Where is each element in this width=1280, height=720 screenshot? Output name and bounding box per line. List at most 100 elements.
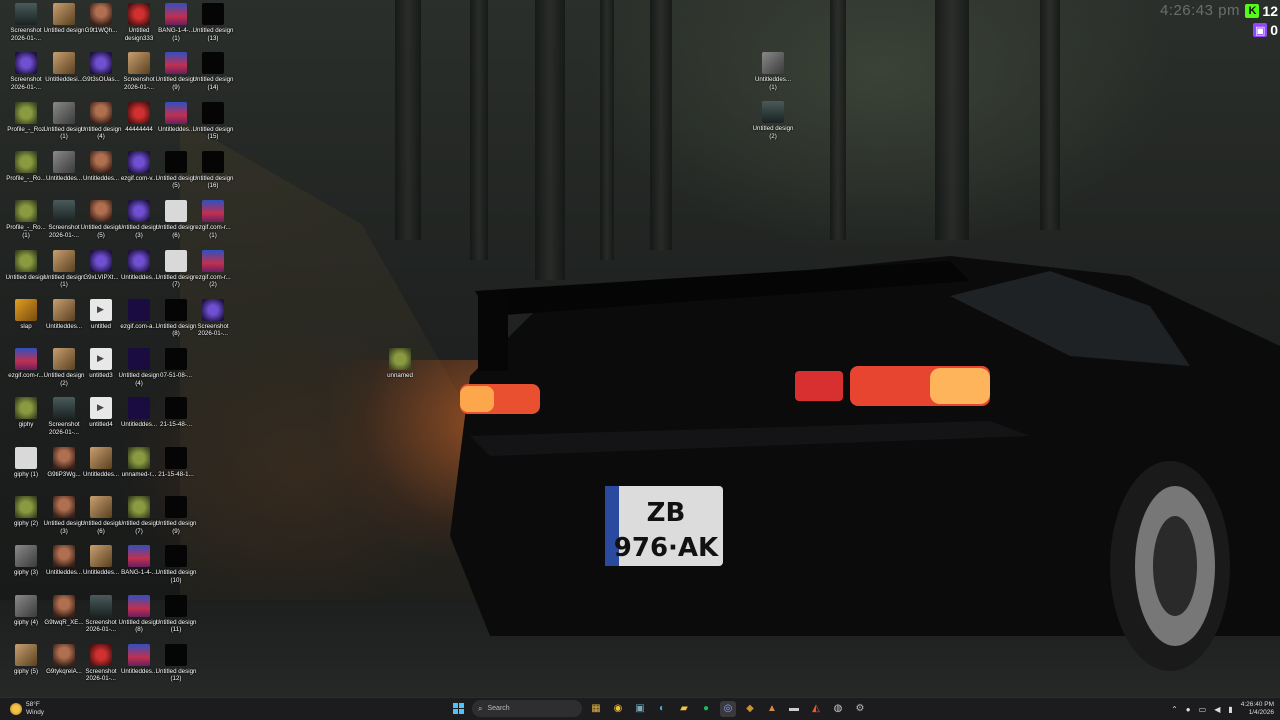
desktop-icon[interactable]: Untitled design (8) <box>118 594 160 634</box>
desktop-icon[interactable]: slap <box>5 298 47 331</box>
desktop-icon[interactable]: Untitleddes... <box>155 101 197 134</box>
desktop-icon[interactable]: Untitleddes... <box>43 545 85 577</box>
desktop-icon[interactable]: Untitled design (6) <box>155 200 197 239</box>
desktop-icon[interactable]: Untitleddes... <box>43 150 85 183</box>
desktop-icon[interactable]: Untitleddes... (1) <box>752 52 794 91</box>
desktop-icon[interactable]: Untitled design333 <box>118 3 160 42</box>
taskbar-app-button[interactable]: ▬ <box>786 701 802 717</box>
taskbar-app-button[interactable]: ▰ <box>676 701 692 717</box>
desktop-icon[interactable]: BANG-1-4-... <box>118 545 160 577</box>
desktop-icon[interactable]: giphy (4) <box>5 594 47 627</box>
desktop-icon[interactable]: unnamed-r... <box>118 446 160 479</box>
desktop-icon[interactable]: Untitleddes... <box>118 397 160 429</box>
desktop-icon[interactable]: Untitleddes... <box>43 298 85 331</box>
taskbar-app-button[interactable]: ▣ <box>632 701 648 717</box>
taskbar-app-button[interactable]: ◎ <box>720 700 736 717</box>
desktop-icon[interactable]: G9twqR_XE... <box>43 594 85 627</box>
desktop-icon[interactable]: Untitled design (1) <box>43 249 85 289</box>
desktop-icon[interactable]: giphy (3) <box>5 545 47 577</box>
desktop-icon[interactable]: Untitleddes... <box>118 643 160 676</box>
desktop-icon[interactable]: Untitled design <box>43 3 85 35</box>
desktop-icon[interactable]: Untitleddes... <box>80 545 122 577</box>
desktop-icon[interactable]: Untitled design (16) <box>192 150 234 190</box>
desktop-icon[interactable]: Untitled design (5) <box>155 150 197 190</box>
taskbar-app-button[interactable]: ◐ <box>654 701 670 717</box>
desktop-icon[interactable]: 07-51-08-... <box>155 348 197 380</box>
desktop-icon[interactable]: Untitled design (7) <box>155 249 197 289</box>
desktop-icon[interactable]: Untitled design (12) <box>155 643 197 683</box>
desktop-icon[interactable]: untitled3 <box>80 348 122 380</box>
desktop-icon[interactable]: Untitled design (10) <box>155 545 197 584</box>
desktop-icon[interactable]: giphy (1) <box>5 446 47 479</box>
desktop-icon[interactable]: ezgif.com-r... (2) <box>192 249 234 289</box>
taskbar-app-button[interactable]: ▦ <box>588 701 604 717</box>
taskbar-search[interactable]: ⌕ Search <box>472 700 582 717</box>
desktop-icon[interactable]: G9tiP3Wg... <box>43 446 85 479</box>
desktop-icon[interactable]: Untitled design (9) <box>155 52 197 91</box>
desktop-icon[interactable]: giphy (2) <box>5 496 47 528</box>
desktop-icon[interactable]: untitled4 <box>80 397 122 429</box>
desktop-icon[interactable]: Untitled design (2) <box>752 101 794 140</box>
desktop-icon[interactable]: Untitled design (9) <box>155 496 197 535</box>
microphone-icon[interactable]: ● <box>1186 705 1191 714</box>
desktop-icon[interactable]: BANG-1-4-... (1) <box>155 3 197 42</box>
desktop-icon[interactable]: Untitled design (14) <box>192 52 234 91</box>
desktop-icon[interactable]: Untitled design (4) <box>118 348 160 387</box>
desktop-icon[interactable]: Untitled design (3) <box>43 496 85 535</box>
chevron-up-icon[interactable]: ⌃ <box>1171 705 1178 714</box>
desktop-icon[interactable]: Untitleddesi... <box>43 52 85 84</box>
desktop-icon[interactable]: Untitled design (5) <box>80 200 122 239</box>
desktop-icon[interactable]: Screenshot 2026-01-... <box>43 200 85 239</box>
desktop-icon[interactable]: Untitled design (11) <box>155 594 197 634</box>
volume-icon[interactable]: ◀ <box>1214 705 1220 714</box>
taskbar-app-button[interactable]: ⚙ <box>852 701 868 717</box>
desktop-icon[interactable]: Untitled design (1) <box>43 101 85 141</box>
desktop-icon[interactable]: Untitled design (13) <box>192 3 234 42</box>
weather-widget[interactable]: 58°F Windy <box>10 701 44 716</box>
desktop-icon[interactable]: G9t3sOUas... <box>80 52 122 84</box>
desktop-icon[interactable]: Untitled design (3) <box>118 200 160 239</box>
desktop-icon[interactable]: ezgif.com-a... <box>118 298 160 331</box>
desktop-icon[interactable]: Untitleddes... <box>80 150 122 183</box>
desktop-icon[interactable]: untitled <box>80 298 122 331</box>
taskbar-clock[interactable]: 4:26:40 PM 1/4/2026 <box>1241 701 1274 717</box>
desktop-icon[interactable]: 44444444 <box>118 101 160 134</box>
desktop-icon[interactable]: Profile_-_Ro... (1) <box>5 200 47 239</box>
desktop-icon[interactable]: Screenshot 2026-01-... <box>5 3 47 42</box>
desktop-icon[interactable]: Screenshot 2026-01-... <box>192 298 234 338</box>
desktop-icon[interactable]: Untitled design (7) <box>118 496 160 535</box>
desktop-icon[interactable]: Screenshot 2026-01-... <box>118 52 160 91</box>
taskbar-app-button[interactable]: ◍ <box>830 701 846 717</box>
desktop-icon[interactable]: ezgif.com-r... (1) <box>192 200 234 239</box>
desktop-icon[interactable]: Profile_-_Roz <box>5 101 47 134</box>
desktop-icon[interactable]: Untitled design (8) <box>155 298 197 338</box>
battery-icon[interactable]: ▮ <box>1228 705 1232 714</box>
desktop-icon[interactable]: Screenshot 2026-01-... <box>80 594 122 634</box>
desktop-icon[interactable]: unnamed <box>379 348 421 380</box>
desktop-icon[interactable]: ezgif.com-v... <box>118 150 160 183</box>
desktop-icon[interactable]: Untitled design (2) <box>43 348 85 387</box>
network-icon[interactable]: ▭ <box>1199 705 1207 714</box>
taskbar-app-button[interactable]: ◉ <box>610 701 626 717</box>
desktop-icon[interactable]: Screenshot 2026-01-... <box>80 643 122 683</box>
taskbar-app-button[interactable]: ▲ <box>764 701 780 717</box>
desktop-icon[interactable]: ezgif.com-r... <box>5 348 47 380</box>
taskbar-app-button[interactable]: ◭ <box>808 701 824 717</box>
taskbar-app-button[interactable]: ◆ <box>742 701 758 717</box>
desktop-icon[interactable]: Profile_-_Ro... <box>5 150 47 183</box>
desktop-icon[interactable]: giphy (5) <box>5 643 47 676</box>
desktop-icon[interactable]: Untitled design (4) <box>80 101 122 141</box>
desktop-icon[interactable]: Untitleddes... <box>118 249 160 282</box>
desktop-icon[interactable]: G9t1WQh... <box>80 3 122 35</box>
desktop-icon[interactable]: 21-15-48-1... <box>155 446 197 479</box>
desktop-icon[interactable]: Untitled design <box>5 249 47 282</box>
desktop-icon[interactable]: Screenshot 2026-01-... <box>43 397 85 436</box>
desktop-icon[interactable]: G9tykqrelA... <box>43 643 85 676</box>
desktop-icon[interactable]: giphy <box>5 397 47 429</box>
start-button[interactable] <box>450 701 466 717</box>
desktop-icon[interactable]: 21-15-48-... <box>155 397 197 429</box>
desktop-icon[interactable]: Untitled design (15) <box>192 101 234 141</box>
taskbar-app-button[interactable]: ● <box>698 701 714 717</box>
desktop-icon[interactable]: Screenshot 2026-01-... <box>5 52 47 91</box>
desktop-icon[interactable]: Untitleddes... <box>80 446 122 479</box>
